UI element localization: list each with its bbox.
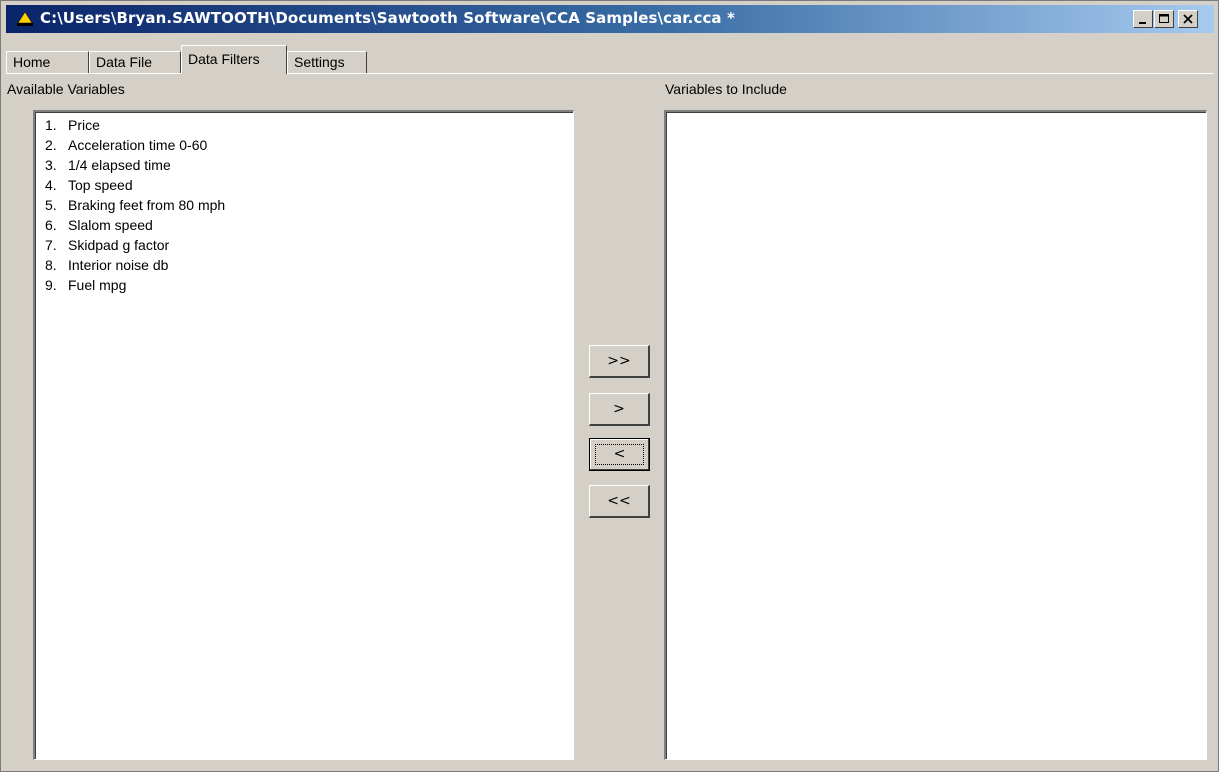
item-text: Price	[68, 117, 100, 133]
close-icon	[1183, 14, 1193, 24]
item-text: 1/4 elapsed time	[68, 157, 171, 173]
add-all-button[interactable]: >>	[589, 345, 650, 378]
maximize-icon	[1159, 14, 1169, 23]
window-title: C:\Users\Bryan.SAWTOOTH\Documents\Sawtoo…	[40, 9, 735, 27]
tab-data-filters[interactable]: Data Filters	[181, 45, 287, 74]
list-item[interactable]: 4. Top speed	[45, 175, 133, 195]
item-text: Fuel mpg	[68, 277, 127, 293]
variables-to-include-list[interactable]	[664, 110, 1207, 760]
item-number: 4.	[45, 177, 57, 193]
app-window: C:\Users\Bryan.SAWTOOTH\Documents\Sawtoo…	[0, 0, 1219, 772]
maximize-button[interactable]	[1154, 10, 1174, 28]
list-item[interactable]: 9. Fuel mpg	[45, 275, 126, 295]
item-text: Interior noise db	[68, 257, 169, 273]
item-number: 7.	[45, 237, 57, 253]
available-variables-list[interactable]: 1. Price 2. Acceleration time 0-60 3. 1/4 e…	[33, 110, 574, 760]
minimize-icon	[1139, 22, 1146, 24]
item-number: 1.	[45, 117, 57, 133]
tab-home[interactable]: Home	[6, 51, 89, 73]
available-variables-label: Available Variables	[7, 81, 125, 97]
title-bar[interactable]: C:\Users\Bryan.SAWTOOTH\Documents\Sawtoo…	[6, 5, 1214, 33]
sawtooth-app-icon	[17, 11, 33, 26]
remove-button-label: <	[613, 446, 626, 462]
close-button[interactable]	[1178, 10, 1198, 28]
minimize-button[interactable]	[1133, 10, 1153, 28]
item-number: 8.	[45, 257, 57, 273]
list-item[interactable]: 8. Interior noise db	[45, 255, 168, 275]
list-item[interactable]: 2. Acceleration time 0-60	[45, 135, 207, 155]
item-text: Braking feet from 80 mph	[68, 197, 226, 213]
item-number: 3.	[45, 157, 57, 173]
item-number: 2.	[45, 137, 57, 153]
item-number: 5.	[45, 197, 57, 213]
tab-settings[interactable]: Settings	[287, 51, 367, 73]
item-text: Top speed	[68, 177, 133, 193]
list-item[interactable]: 5. Braking feet from 80 mph	[45, 195, 225, 215]
variables-to-include-label: Variables to Include	[665, 81, 787, 97]
add-button[interactable]: >	[589, 393, 650, 426]
list-item[interactable]: 1. Price	[45, 115, 100, 135]
item-text: Acceleration time 0-60	[68, 137, 208, 153]
remove-all-button[interactable]: <<	[589, 485, 650, 518]
item-number: 9.	[45, 277, 57, 293]
list-item[interactable]: 7. Skidpad g factor	[45, 235, 169, 255]
item-text: Slalom speed	[68, 217, 153, 233]
list-item[interactable]: 3. 1/4 elapsed time	[45, 155, 171, 175]
list-item[interactable]: 6. Slalom speed	[45, 215, 153, 235]
remove-button[interactable]: <	[589, 438, 650, 471]
item-text: Skidpad g factor	[68, 237, 170, 253]
tab-data-file[interactable]: Data File	[89, 51, 181, 73]
item-number: 6.	[45, 217, 57, 233]
